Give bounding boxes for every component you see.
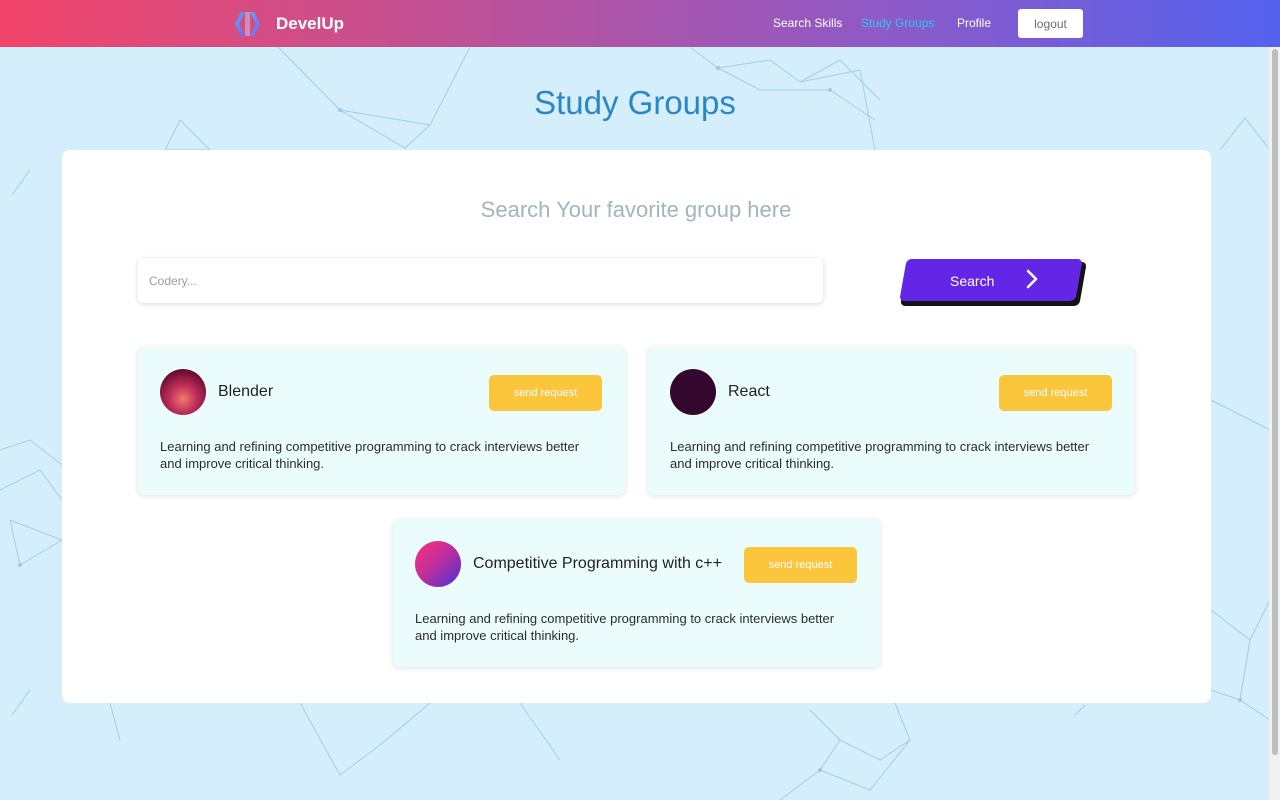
logout-button[interactable]: logout [1018, 9, 1083, 38]
group-card: Competitive Programming with c++ send re… [393, 519, 880, 667]
nav-link-search-skills[interactable]: Search Skills [773, 16, 842, 30]
group-name: Blender [218, 383, 274, 400]
group-name: React [728, 383, 770, 400]
group-avatar [415, 541, 461, 587]
brand[interactable]: DevelUp [233, 11, 344, 37]
page-title: Study Groups [534, 84, 736, 121]
send-request-button[interactable]: send request [489, 375, 602, 411]
nav-link-study-groups[interactable]: Study Groups [861, 16, 934, 30]
brand-name: DevelUp [276, 14, 345, 33]
search-button[interactable] [899, 259, 1083, 301]
group-description: Learning and refining competitive progra… [415, 611, 835, 643]
group-description: Learning and refining competitive progra… [670, 439, 1090, 471]
scrollbar-thumb[interactable] [1272, 49, 1278, 755]
group-card: React send request Learning and refining… [648, 347, 1135, 495]
send-request-button[interactable]: send request [999, 375, 1112, 411]
search-input[interactable] [138, 258, 823, 303]
group-card: Blender send request Learning and refini… [138, 347, 625, 495]
group-name: Competitive Programming with c++ [473, 555, 722, 572]
group-avatar [160, 369, 206, 415]
group-description: Learning and refining competitive progra… [160, 439, 580, 471]
nav-link-profile[interactable]: Profile [957, 16, 991, 30]
group-avatar [670, 369, 716, 415]
code-brackets-logo-icon [235, 12, 260, 36]
send-request-button[interactable]: send request [744, 547, 857, 583]
search-heading: Search Your favorite group here [480, 197, 792, 222]
top-navbar: DevelUp Search Skills Study Groups Profi… [0, 0, 1280, 47]
